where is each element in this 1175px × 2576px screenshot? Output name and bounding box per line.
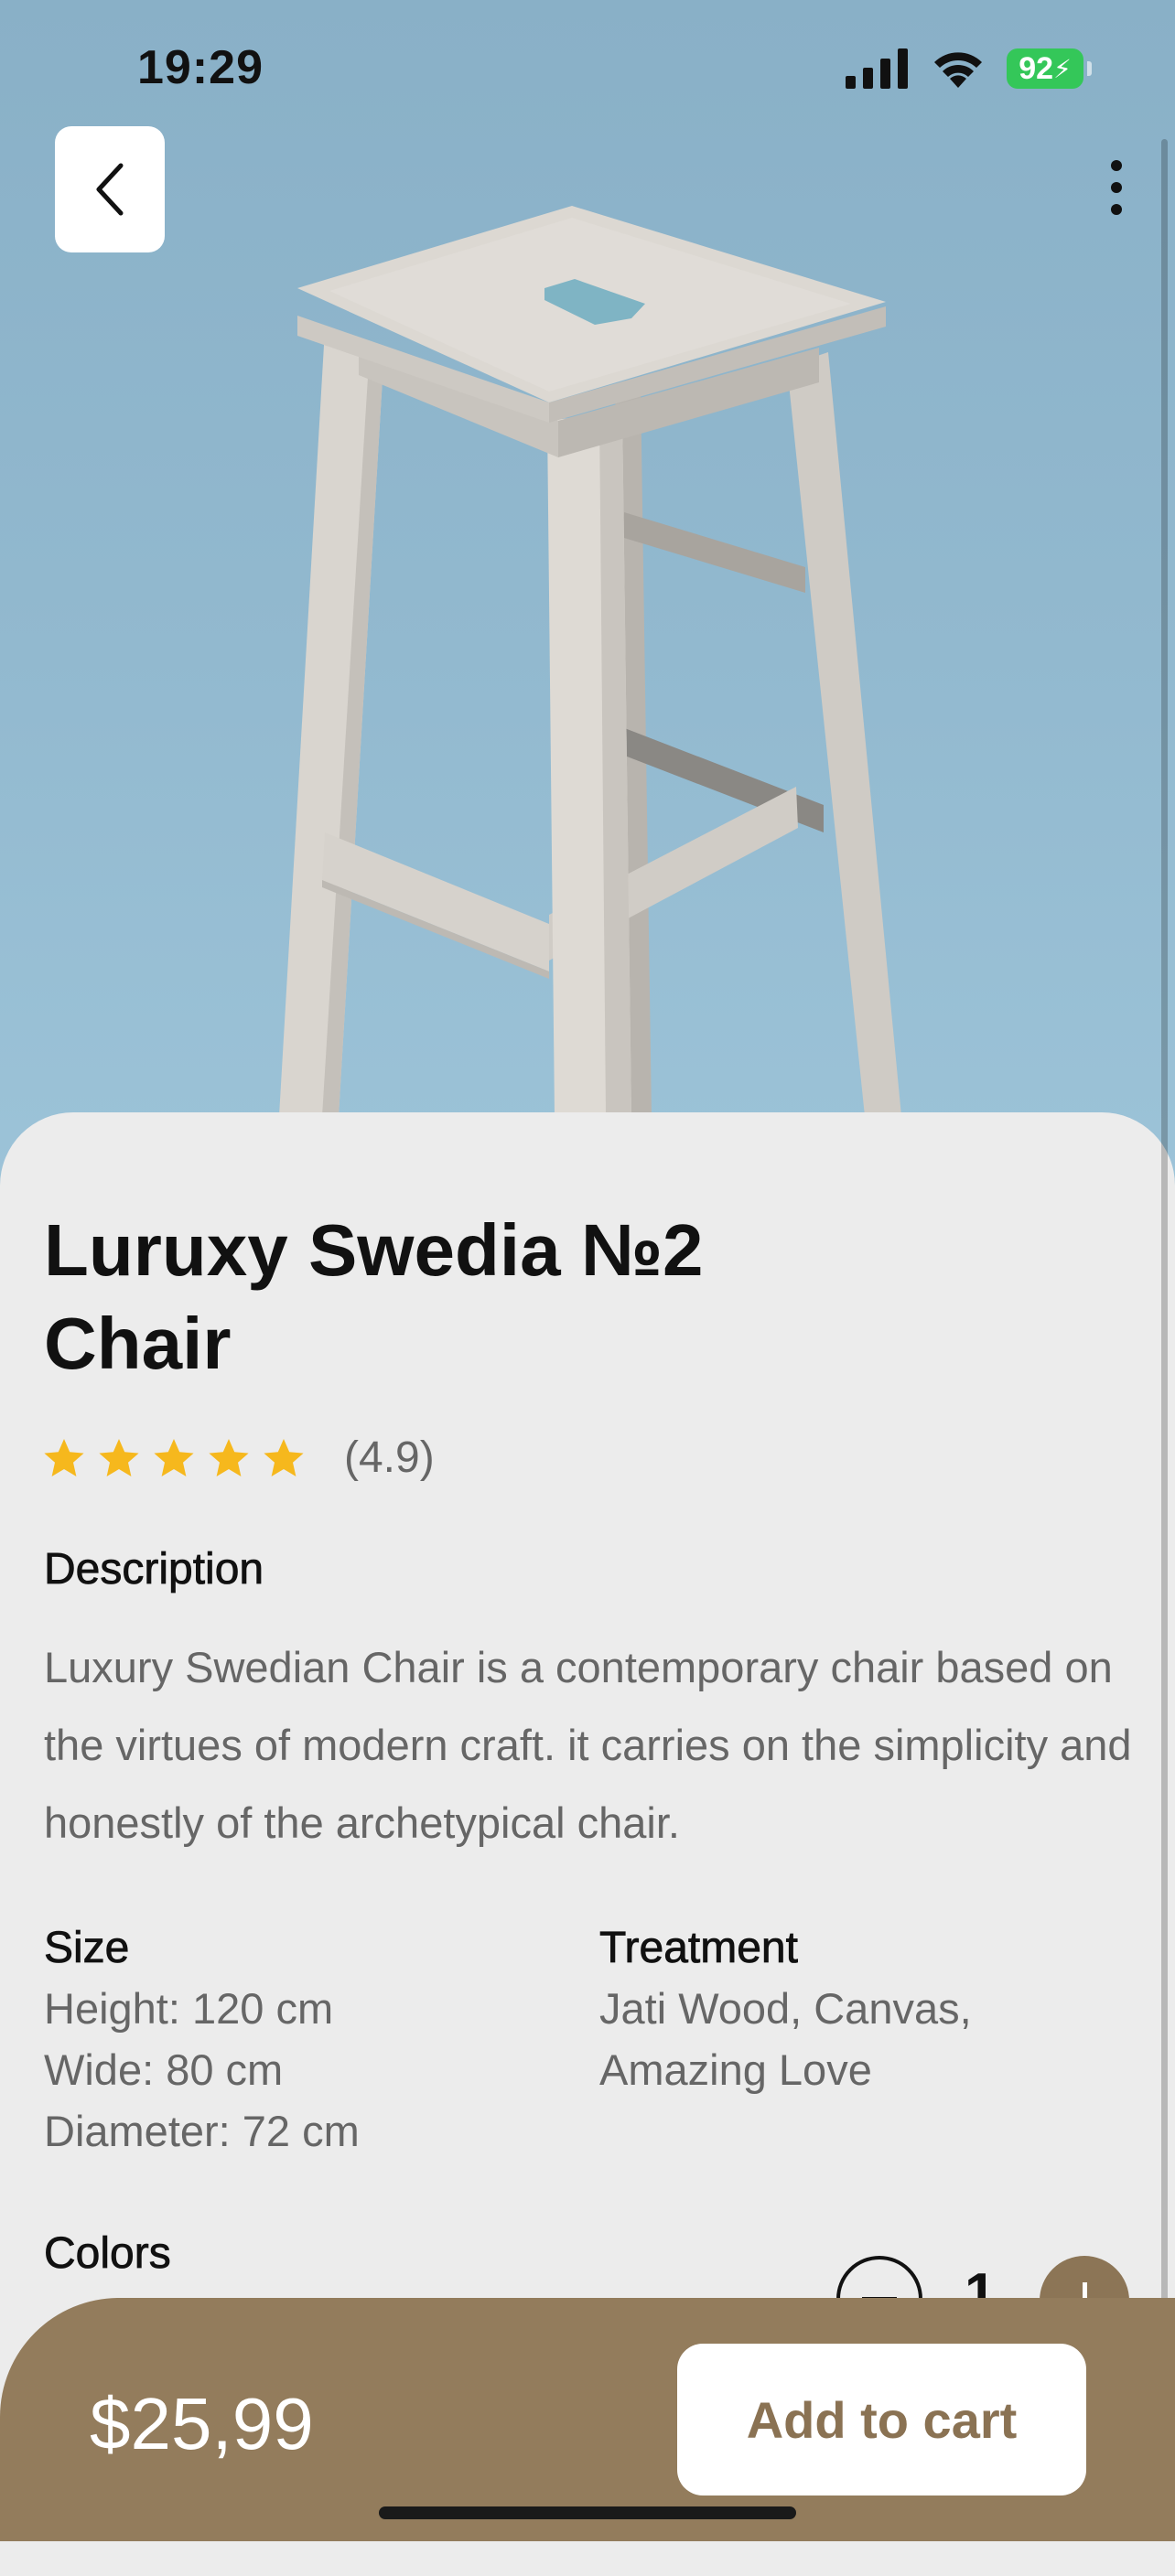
size-height: Height: 120 cm bbox=[44, 1984, 334, 2033]
size-diameter: Diameter: 72 cm bbox=[44, 2107, 360, 2155]
cellular-signal-icon bbox=[846, 48, 908, 89]
scroll-indicator[interactable] bbox=[1161, 139, 1168, 2334]
more-options-button[interactable] bbox=[1089, 146, 1144, 229]
status-icons: 92 ⚡ bbox=[846, 46, 1092, 91]
treatment-heading: Treatment bbox=[599, 1924, 799, 1973]
star-icon bbox=[209, 1438, 249, 1476]
treatment-line-2: Amazing Love bbox=[599, 2045, 872, 2094]
wifi-icon bbox=[934, 52, 982, 88]
chevron-left-icon bbox=[96, 163, 124, 216]
size-heading: Size bbox=[44, 1924, 130, 1973]
status-time: 19:29 bbox=[137, 41, 264, 94]
star-icon bbox=[154, 1438, 194, 1476]
star-icon bbox=[44, 1438, 84, 1476]
stool-illustration bbox=[279, 206, 901, 1116]
more-vertical-icon bbox=[1111, 160, 1122, 171]
star-icon bbox=[264, 1438, 304, 1476]
price: $25,99 bbox=[90, 2383, 314, 2464]
star-icon bbox=[99, 1438, 139, 1476]
description-text: Luxury Swedian Chair is a contemporary c… bbox=[44, 1643, 1132, 1847]
product-image bbox=[0, 0, 1175, 1189]
product-rating: (4.9) bbox=[42, 1433, 435, 1483]
product-title: Luruxy Swedia №2 Chair bbox=[44, 1209, 704, 1384]
battery-level: 92 bbox=[1019, 50, 1054, 86]
treatment-line-1: Jati Wood, Canvas, bbox=[599, 1984, 972, 2033]
size-wide: Wide: 80 cm bbox=[44, 2045, 284, 2094]
home-indicator[interactable] bbox=[379, 2506, 796, 2519]
add-to-cart-button[interactable]: Add to cart bbox=[677, 2344, 1086, 2496]
rating-stars bbox=[42, 1436, 306, 1480]
colors-heading: Colors bbox=[44, 2229, 172, 2279]
rating-value: (4.9) bbox=[344, 1433, 435, 1482]
back-button[interactable] bbox=[55, 126, 165, 252]
description-heading: Description bbox=[44, 1545, 264, 1594]
battery-charging-icon: 92 ⚡ bbox=[1007, 48, 1092, 89]
